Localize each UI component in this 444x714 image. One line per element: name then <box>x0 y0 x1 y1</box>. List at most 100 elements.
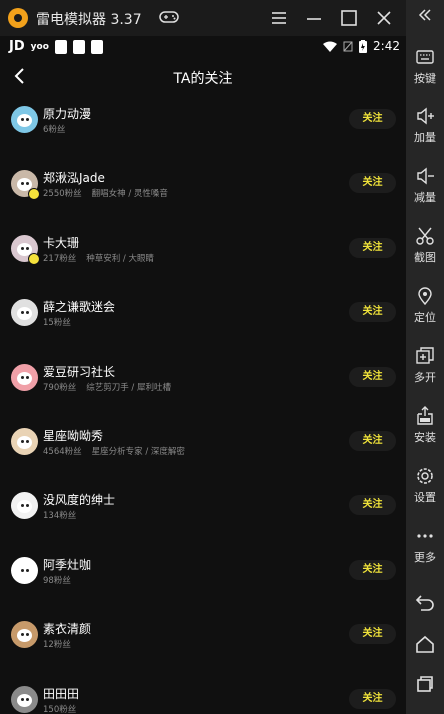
scissors-icon <box>416 227 434 245</box>
avatar-eye <box>21 375 24 379</box>
follow-button[interactable]: 关注 <box>349 495 396 516</box>
carrier-label-2: yoo <box>30 41 49 52</box>
list-item[interactable]: 卡大珊 217粉丝 种草安利 / 大眼睛 关注 <box>0 221 406 285</box>
avatar-eye <box>21 697 24 701</box>
avatar-eye <box>21 118 24 121</box>
list-item[interactable]: 爱豆研习社长 790粉丝 综艺剪刀手 / 犀利吐槽 关注 <box>0 350 406 414</box>
user-name[interactable]: 原力动漫 <box>43 105 91 122</box>
sidebar-item-gear[interactable]: 设置 <box>406 466 444 505</box>
list-item[interactable]: 薛之谦歌迷会 15粉丝 关注 <box>0 285 406 349</box>
user-name[interactable]: 星座呦呦秀 <box>43 427 103 444</box>
avatar[interactable] <box>11 299 38 327</box>
wifi-icon <box>323 41 338 52</box>
user-name[interactable]: 田田田 <box>43 685 79 702</box>
follow-button[interactable]: 关注 <box>349 109 396 129</box>
page-title: TA的关注 <box>173 71 233 87</box>
user-meta: 15粉丝 <box>43 316 81 328</box>
user-name[interactable]: 阿季灶咖 <box>43 556 91 573</box>
battery-icon <box>359 39 368 53</box>
user-tags: 种草安利 / 大眼睛 <box>86 253 155 264</box>
avatar-eye <box>26 439 29 443</box>
user-tags: 综艺剪刀手 / 犀利吐槽 <box>86 382 172 393</box>
avatar[interactable] <box>11 492 38 520</box>
sidebar-item-volume-down[interactable]: 减量 <box>406 166 444 205</box>
avatar[interactable] <box>11 685 38 713</box>
user-tags: 星座分析专家 / 深度解密 <box>91 446 185 457</box>
fans-count: 217粉丝 <box>43 253 77 264</box>
avatar[interactable] <box>11 106 38 133</box>
user-name[interactable]: 薛之谦歌迷会 <box>43 298 115 315</box>
verified-badge-icon <box>28 252 40 265</box>
list-item[interactable]: 没风度的绅士 134粉丝 关注 <box>0 478 406 542</box>
follow-button[interactable]: 关注 <box>349 688 396 709</box>
list-item[interactable]: 阿季灶咖 98粉丝 关注 <box>0 543 406 607</box>
collapse-sidebar-icon[interactable] <box>417 7 433 23</box>
user-name[interactable]: 爱豆研习社长 <box>43 363 115 380</box>
list-item[interactable]: 田田田 150粉丝 关注 <box>0 672 406 714</box>
notification-icon <box>54 39 67 54</box>
sidebar-item-label: 按键 <box>414 72 436 85</box>
avatar-eye <box>26 697 29 701</box>
app-logo-icon <box>8 8 28 28</box>
user-name[interactable]: 郑湫泓Jade <box>43 169 105 186</box>
follow-button[interactable]: 关注 <box>349 624 396 645</box>
follow-button[interactable]: 关注 <box>349 302 396 323</box>
user-meta: 2550粉丝 翻唱女神 / 灵性嗓音 <box>43 187 168 199</box>
phone-screen: JD yoo 2:42 TA的关注 原力动漫 6粉丝 关注 郑湫泓Jade 25… <box>0 36 406 714</box>
avatar-face <box>17 435 32 449</box>
multi-open-icon <box>416 347 434 364</box>
location-icon <box>418 287 432 306</box>
sidebar-item-scissors[interactable]: 截图 <box>406 226 444 265</box>
follow-button[interactable]: 关注 <box>349 173 396 194</box>
list-item[interactable]: 原力动漫 6粉丝 关注 <box>0 92 406 156</box>
list-item[interactable]: 素衣清颜 12粉丝 关注 <box>0 607 406 671</box>
volume-down-icon <box>417 167 434 185</box>
back-nav-icon[interactable] <box>415 592 435 612</box>
user-name[interactable]: 没风度的绅士 <box>43 491 115 508</box>
list-item[interactable]: 郑湫泓Jade 2550粉丝 翻唱女神 / 灵性嗓音 关注 <box>0 156 406 220</box>
user-meta: 12粉丝 <box>43 638 81 650</box>
avatar[interactable] <box>11 363 38 391</box>
user-meta: 98粉丝 <box>43 574 81 586</box>
home-nav-icon[interactable] <box>415 634 435 654</box>
avatar-face <box>17 693 32 707</box>
avatar[interactable] <box>11 427 38 455</box>
apk-install-icon <box>417 406 433 425</box>
sidebar-item-volume-up[interactable]: 加量 <box>406 106 444 145</box>
sidebar-item-more[interactable]: 更多 <box>406 526 444 565</box>
avatar-face <box>17 564 32 578</box>
avatar-eye <box>21 246 24 250</box>
avatar[interactable] <box>11 556 38 584</box>
sidebar-item-keyboard[interactable]: 按键 <box>406 47 444 86</box>
sidebar-item-label: 减量 <box>414 191 436 204</box>
minimize-button[interactable] <box>303 7 325 29</box>
sidebar-item-label: 加量 <box>414 131 436 144</box>
sidebar-item-apk-install[interactable]: 安装 <box>406 406 444 445</box>
sidebar-item-label: 定位 <box>414 311 436 324</box>
follow-button[interactable]: 关注 <box>349 559 396 580</box>
follow-button[interactable]: 关注 <box>349 237 396 258</box>
avatar[interactable] <box>11 621 38 649</box>
recent-apps-icon[interactable] <box>415 674 435 694</box>
more-icon <box>417 534 433 538</box>
avatar-face <box>17 500 32 514</box>
sidebar-item-label: 多开 <box>414 371 436 384</box>
sidebar-item-location[interactable]: 定位 <box>406 286 444 325</box>
follow-button[interactable]: 关注 <box>349 430 396 451</box>
menu-button[interactable] <box>268 7 290 29</box>
user-name[interactable]: 素衣清颜 <box>43 620 91 637</box>
sidebar-item-label: 截图 <box>414 251 436 264</box>
avatar-face <box>17 307 32 321</box>
gamepad-icon[interactable] <box>159 10 179 24</box>
avatar-eye <box>26 118 29 121</box>
close-button[interactable] <box>373 7 395 29</box>
follow-button[interactable]: 关注 <box>349 366 396 387</box>
maximize-button[interactable] <box>338 7 360 29</box>
fans-count: 4564粉丝 <box>43 446 82 457</box>
user-name[interactable]: 卡大珊 <box>43 234 79 251</box>
emulator-titlebar: 雷电模拟器 3.37 <box>0 0 444 36</box>
user-meta: 4564粉丝 星座分析专家 / 深度解密 <box>43 445 185 457</box>
sidebar-item-multi-open[interactable]: 多开 <box>406 346 444 385</box>
fans-count: 790粉丝 <box>43 382 77 393</box>
list-item[interactable]: 星座呦呦秀 4564粉丝 星座分析专家 / 深度解密 关注 <box>0 414 406 478</box>
